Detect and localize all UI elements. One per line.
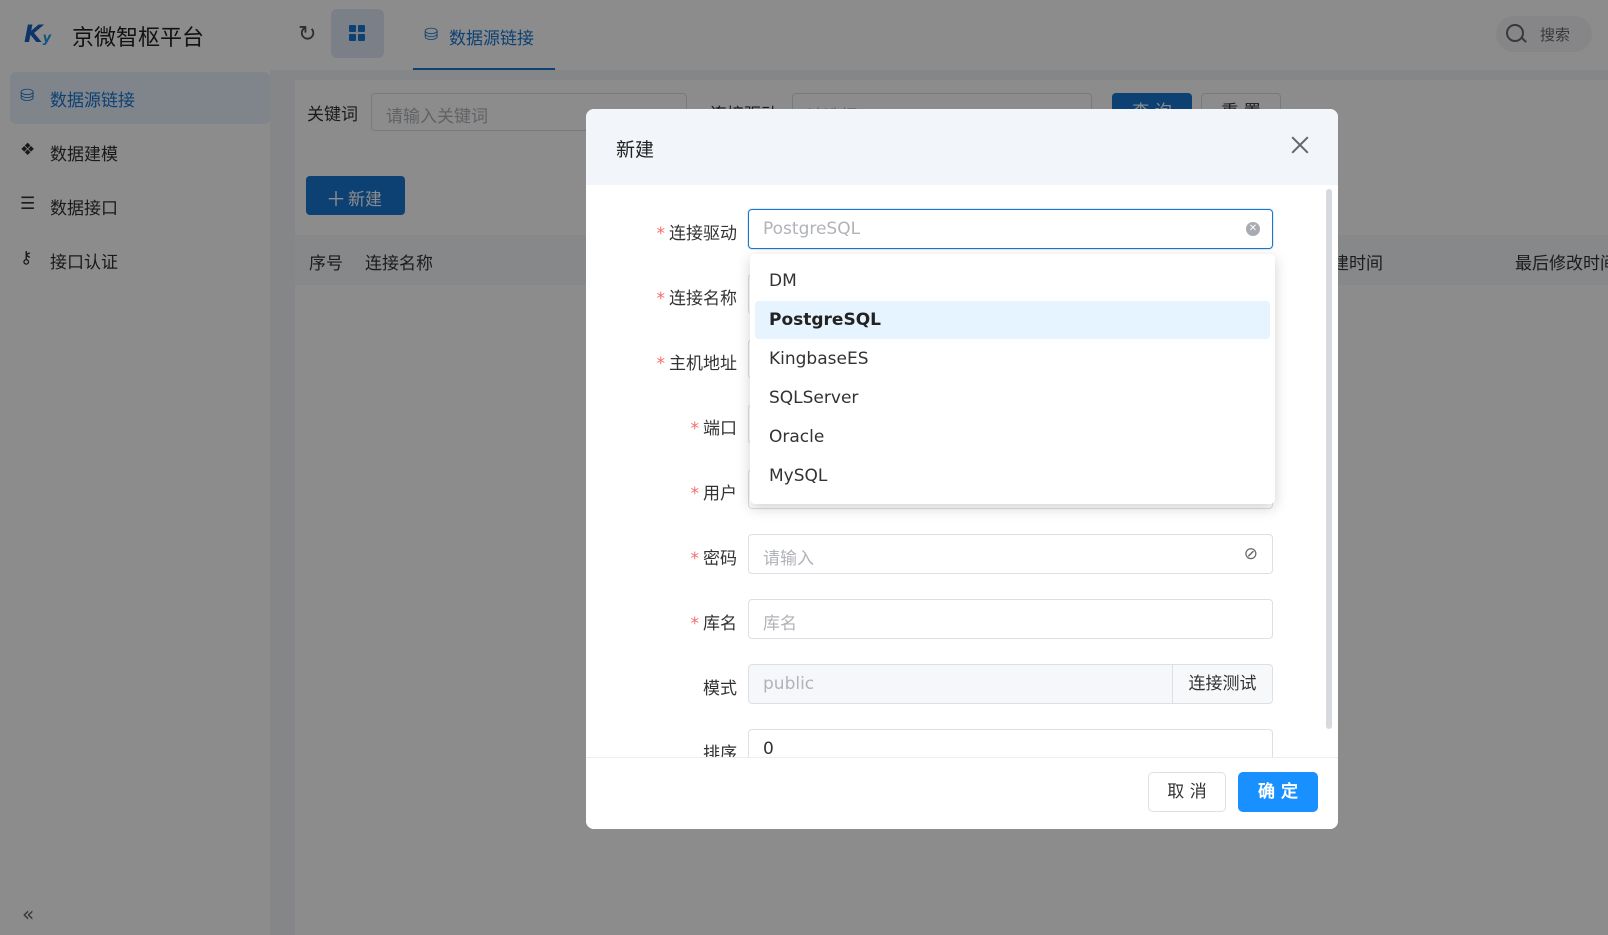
option-label: DM xyxy=(769,271,797,291)
required-mark: * xyxy=(690,419,700,439)
password-field[interactable]: 请输入 ⊘ xyxy=(748,534,1273,574)
option-label: MySQL xyxy=(769,466,828,486)
form-row-database: * 库名 库名 xyxy=(586,599,1338,639)
name-label-text: 连接名称 xyxy=(669,289,737,309)
password-label: * 密码 xyxy=(691,544,738,569)
password-label-text: 密码 xyxy=(703,549,737,569)
port-label: * 端口 xyxy=(691,414,738,439)
connection-test-button[interactable]: 连接测试 xyxy=(1173,664,1273,704)
database-label: * 库名 xyxy=(691,609,738,634)
sort-value: 0 xyxy=(763,739,774,759)
required-mark: * xyxy=(656,354,666,374)
close-icon[interactable] xyxy=(1288,133,1312,157)
dropdown-option[interactable]: SQLServer xyxy=(755,379,1270,417)
driver-label: * 连接驱动 xyxy=(657,219,738,244)
schema-label: 模式 xyxy=(703,679,737,699)
dropdown-option[interactable]: DM xyxy=(755,262,1270,300)
option-label: KingbaseES xyxy=(769,349,869,369)
user-label-text: 用户 xyxy=(703,484,737,504)
form-row-schema: 模式 public 连接测试 xyxy=(586,664,1338,704)
port-label-text: 端口 xyxy=(703,419,737,439)
database-label-text: 库名 xyxy=(703,614,737,634)
driver-select-placeholder: PostgreSQL xyxy=(763,219,861,239)
dialog-footer: 取 消 确 定 xyxy=(586,757,1338,829)
form-row-driver: * 连接驱动 PostgreSQL ✕ xyxy=(586,209,1338,249)
required-mark: * xyxy=(690,614,700,634)
required-mark: * xyxy=(690,549,700,569)
dialog-scrollbar[interactable] xyxy=(1326,189,1332,729)
name-label: * 连接名称 xyxy=(657,284,738,309)
dropdown-option[interactable]: MySQL xyxy=(755,457,1270,495)
host-label: * 主机地址 xyxy=(657,349,738,374)
option-label: Oracle xyxy=(769,427,825,447)
database-field[interactable]: 库名 xyxy=(748,599,1273,639)
database-placeholder: 库名 xyxy=(763,614,797,634)
password-placeholder: 请输入 xyxy=(763,549,814,569)
form-row-password: * 密码 请输入 ⊘ xyxy=(586,534,1338,574)
user-label: * 用户 xyxy=(691,479,738,504)
driver-dropdown: DM PostgreSQL KingbaseES SQLServer Oracl… xyxy=(750,254,1275,504)
driver-label-text: 连接驱动 xyxy=(669,224,737,244)
cancel-button[interactable]: 取 消 xyxy=(1148,772,1226,812)
option-label: SQLServer xyxy=(769,388,859,408)
required-mark: * xyxy=(690,484,700,504)
required-mark: * xyxy=(656,289,666,309)
dropdown-option-selected[interactable]: PostgreSQL xyxy=(755,301,1270,339)
option-label: PostgreSQL xyxy=(769,310,881,330)
driver-select[interactable]: PostgreSQL ✕ xyxy=(748,209,1273,249)
schema-field: public xyxy=(748,664,1173,704)
dialog-header: 新建 xyxy=(586,109,1338,185)
required-mark: * xyxy=(656,224,666,244)
confirm-button[interactable]: 确 定 xyxy=(1238,772,1318,812)
dropdown-option[interactable]: KingbaseES xyxy=(755,340,1270,378)
schema-placeholder: public xyxy=(763,674,815,694)
clear-icon[interactable]: ✕ xyxy=(1246,222,1260,236)
host-label-text: 主机地址 xyxy=(669,354,737,374)
dropdown-option[interactable]: Oracle xyxy=(755,418,1270,456)
dialog-title: 新建 xyxy=(616,139,655,161)
eye-off-icon[interactable]: ⊘ xyxy=(1244,544,1258,564)
